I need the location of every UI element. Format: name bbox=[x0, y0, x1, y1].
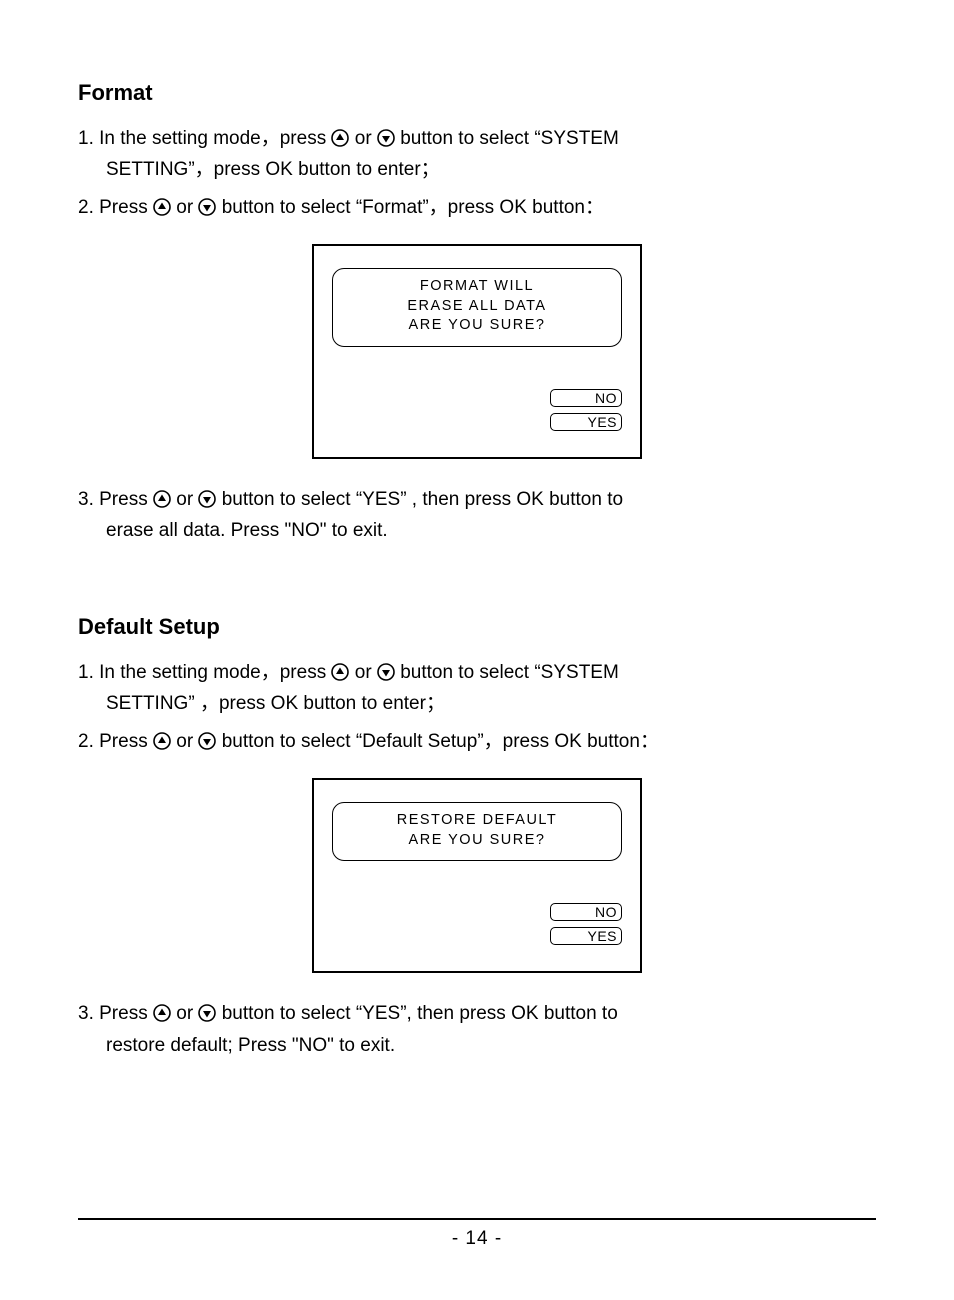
down-arrow-icon bbox=[198, 198, 216, 216]
default-step-1: 1. In the setting mode，press or button t… bbox=[78, 658, 876, 687]
no-button: NO bbox=[550, 903, 622, 921]
dialog-line: ERASE ALL DATA bbox=[341, 297, 613, 317]
default-setup-heading: Default Setup bbox=[78, 614, 876, 640]
text: or bbox=[171, 489, 198, 510]
text: 2. Press bbox=[78, 731, 153, 752]
format-step-2: 2. Press or button to select “Format”，pr… bbox=[78, 193, 876, 222]
down-arrow-icon bbox=[198, 490, 216, 508]
text: 2. Press bbox=[78, 197, 153, 218]
default-step-1-cont: SETTING” ，press OK button to enter； bbox=[78, 689, 876, 718]
yes-button: YES bbox=[550, 927, 622, 945]
text: 3. Press bbox=[78, 1003, 153, 1024]
down-arrow-icon bbox=[377, 663, 395, 681]
footer-divider bbox=[78, 1218, 876, 1220]
format-step-1: 1. In the setting mode，press or button t… bbox=[78, 124, 876, 153]
text: button to select “Format”，press OK butto… bbox=[216, 197, 604, 218]
dialog-buttons: NO YES bbox=[332, 389, 622, 431]
default-dialog-screen: RESTORE DEFAULT ARE YOU SURE? NO YES bbox=[312, 778, 642, 973]
up-arrow-icon bbox=[331, 129, 349, 147]
format-heading: Format bbox=[78, 80, 876, 106]
format-step-3: 3. Press or button to select “YES” , the… bbox=[78, 485, 876, 514]
dialog-line: ARE YOU SURE? bbox=[341, 831, 613, 851]
text: 1. In the setting mode，press bbox=[78, 662, 331, 683]
up-arrow-icon bbox=[153, 732, 171, 750]
text: button to select “YES”, then press OK bu… bbox=[216, 1003, 617, 1024]
text: or bbox=[349, 128, 376, 149]
default-step-3-cont: restore default; Press "NO" to exit. bbox=[78, 1031, 876, 1060]
dialog-buttons: NO YES bbox=[332, 903, 622, 945]
up-arrow-icon bbox=[153, 1004, 171, 1022]
down-arrow-icon bbox=[377, 129, 395, 147]
text: button to select “Default Setup”，press O… bbox=[216, 731, 659, 752]
text: or bbox=[171, 1003, 198, 1024]
text: or bbox=[171, 197, 198, 218]
text: button to select “YES” , then press OK b… bbox=[216, 489, 623, 510]
format-dialog-screen: FORMAT WILL ERASE ALL DATA ARE YOU SURE?… bbox=[312, 244, 642, 459]
manual-page: Format 1. In the setting mode，press or b… bbox=[0, 0, 954, 1300]
format-step-3-cont: erase all data. Press "NO" to exit. bbox=[78, 516, 876, 545]
dialog-line: ARE YOU SURE? bbox=[341, 316, 613, 336]
down-arrow-icon bbox=[198, 732, 216, 750]
default-step-2: 2. Press or button to select “Default Se… bbox=[78, 727, 876, 756]
dialog-line: FORMAT WILL bbox=[341, 277, 613, 297]
up-arrow-icon bbox=[153, 490, 171, 508]
yes-button: YES bbox=[550, 413, 622, 431]
page-number: - 14 - bbox=[0, 1228, 954, 1250]
text: 1. In the setting mode，press bbox=[78, 128, 331, 149]
default-step-3: 3. Press or button to select “YES”, then… bbox=[78, 999, 876, 1028]
up-arrow-icon bbox=[331, 663, 349, 681]
dialog-line: RESTORE DEFAULT bbox=[341, 811, 613, 831]
text: or bbox=[171, 731, 198, 752]
default-dialog-message: RESTORE DEFAULT ARE YOU SURE? bbox=[332, 802, 622, 861]
down-arrow-icon bbox=[198, 1004, 216, 1022]
up-arrow-icon bbox=[153, 198, 171, 216]
text: or bbox=[349, 662, 376, 683]
text: 3. Press bbox=[78, 489, 153, 510]
format-dialog-message: FORMAT WILL ERASE ALL DATA ARE YOU SURE? bbox=[332, 268, 622, 347]
no-button: NO bbox=[550, 389, 622, 407]
text: button to select “SYSTEM bbox=[395, 662, 619, 683]
format-step-1-cont: SETTING”，press OK button to enter； bbox=[78, 155, 876, 184]
text: button to select “SYSTEM bbox=[395, 128, 619, 149]
